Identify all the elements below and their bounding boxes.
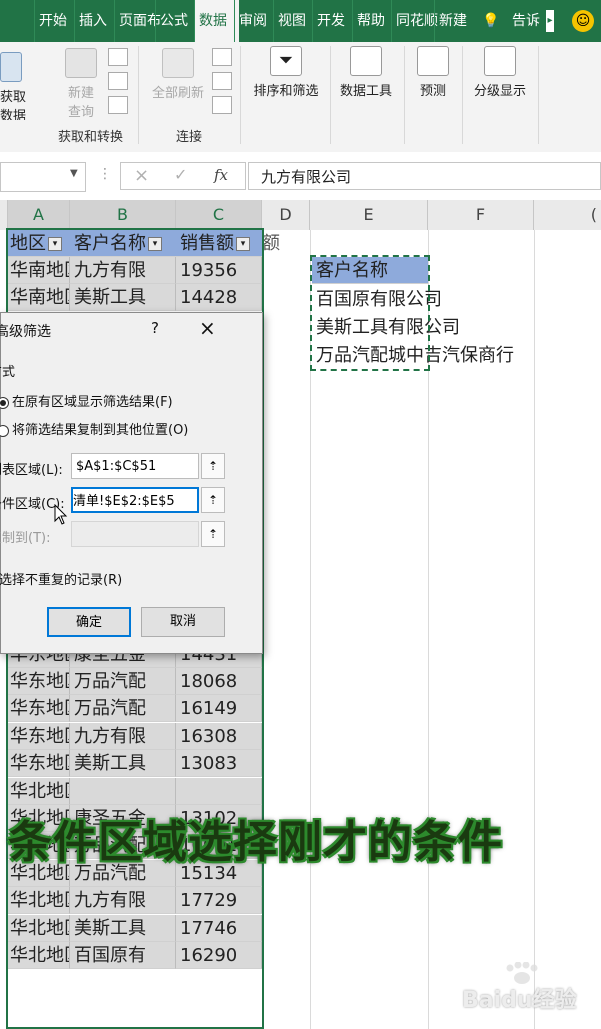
collapse-dialog-icon[interactable]: ⇡ bbox=[201, 487, 225, 513]
data-tools-icon bbox=[350, 46, 382, 76]
tab-page-layout[interactable]: 页面布局 bbox=[114, 0, 161, 42]
collapse-dialog-icon[interactable]: ⇡ bbox=[201, 453, 225, 479]
tab-data[interactable]: 数据 bbox=[194, 0, 239, 42]
formula-bar-grip-icon: ⋮ bbox=[98, 166, 112, 182]
unique-records-checkbox[interactable]: 选择不重复的记录(R) bbox=[0, 569, 122, 588]
radio-unselected-icon[interactable] bbox=[0, 424, 9, 437]
radio-label: 在原有区域显示筛选结果(F) bbox=[12, 395, 173, 410]
refresh-all-button[interactable]: 全部刷新 bbox=[148, 48, 208, 101]
formula-bar: ▼ ⋮ × ✓ fx 九方有限公司 bbox=[0, 152, 601, 201]
ribbon-separator bbox=[138, 46, 139, 144]
list-range-input[interactable]: $A$1:$C$51 bbox=[71, 453, 199, 479]
properties-icon[interactable] bbox=[212, 72, 232, 90]
copy-to-label: 复制到(T): bbox=[0, 531, 51, 546]
dialog-title: 高级筛选 bbox=[0, 324, 51, 340]
radio-selected-icon[interactable] bbox=[0, 396, 9, 409]
watermark-text: Baidu经验 bbox=[462, 988, 577, 1013]
baidu-jingyan-watermark: Baidu经验 bbox=[462, 962, 592, 1013]
tab-tonghuashun[interactable]: 同花顺 bbox=[391, 0, 440, 42]
radio-label: 将筛选结果复制到其他位置(O) bbox=[12, 423, 189, 438]
select-all-corner[interactable] bbox=[0, 200, 8, 230]
collapse-dialog-icon[interactable]: ⇡ bbox=[201, 521, 225, 547]
column-headers: A B C D E F ( bbox=[0, 200, 601, 231]
edit-links-icon[interactable] bbox=[212, 96, 232, 114]
help-icon[interactable]: ? bbox=[151, 319, 159, 337]
tab-home[interactable]: 开始 bbox=[34, 0, 79, 42]
cancel-icon[interactable]: × bbox=[134, 165, 149, 186]
column-header-e[interactable]: E bbox=[310, 200, 428, 230]
checkbox-label: 选择不重复的记录(R) bbox=[0, 573, 123, 588]
header-overflow-text: 额 bbox=[262, 233, 280, 254]
ribbon-separator bbox=[240, 46, 241, 144]
new-query-button[interactable]: 新建查询 bbox=[58, 48, 104, 120]
cancel-button[interactable]: 取消 bbox=[141, 607, 225, 637]
query-table-icon bbox=[65, 48, 97, 78]
column-header-f[interactable]: F bbox=[428, 200, 534, 230]
database-icon bbox=[0, 52, 22, 82]
group-label-get-transform: 获取和转换 bbox=[58, 130, 124, 145]
ribbon-data: 获取数据 新建查询 全部刷新 ⏷ 排序和筛选 数据工具 预测 分级显示 获取和转… bbox=[0, 42, 601, 153]
from-table-icon[interactable] bbox=[108, 72, 128, 90]
list-range-label: 列表区域(L): bbox=[0, 463, 63, 478]
column-header-c[interactable]: C bbox=[176, 200, 262, 230]
tab-new[interactable]: 新建 bbox=[434, 0, 481, 42]
data-tools-button[interactable]: 数据工具 bbox=[336, 46, 396, 99]
radio-in-place[interactable]: 在原有区域显示筛选结果(F) bbox=[0, 391, 173, 410]
copy-to-input[interactable] bbox=[71, 521, 199, 547]
enter-icon[interactable]: ✓ bbox=[174, 165, 187, 184]
formula-input[interactable]: 九方有限公司 bbox=[248, 162, 601, 190]
radio-copy-elsewhere[interactable]: 将筛选结果复制到其他位置(O) bbox=[0, 419, 188, 438]
action-section-label: 方式 bbox=[0, 365, 16, 380]
group-label-connections: 连接 bbox=[176, 130, 203, 145]
forecast-icon bbox=[417, 46, 449, 76]
ok-button[interactable]: 确定 bbox=[47, 607, 131, 637]
sort-filter-button[interactable]: ⏷ 排序和筛选 bbox=[250, 46, 322, 99]
criteria-range-marquee bbox=[310, 255, 430, 371]
recent-sources-icon[interactable] bbox=[108, 96, 128, 114]
close-icon[interactable]: × bbox=[199, 316, 216, 340]
tab-developer[interactable]: 开发 bbox=[312, 0, 357, 42]
ribbon-separator bbox=[330, 46, 331, 144]
funnel-icon: ⏷ bbox=[270, 46, 302, 76]
connections-icon[interactable] bbox=[212, 48, 232, 66]
get-data-button[interactable]: 获取数据 bbox=[0, 52, 40, 124]
column-header-a[interactable]: A bbox=[8, 200, 70, 230]
column-header-d[interactable]: D bbox=[262, 200, 310, 230]
lightbulb-icon[interactable]: 💡 bbox=[478, 0, 508, 42]
criteria-range-input[interactable]: 清单!$E$2:$E$5 bbox=[71, 487, 199, 513]
insert-function-icon[interactable]: fx bbox=[214, 166, 228, 184]
outline-icon bbox=[484, 46, 516, 76]
smiley-feedback-icon[interactable]: ☺ bbox=[572, 10, 594, 32]
name-box-dropdown-icon[interactable]: ▼ bbox=[70, 168, 78, 179]
column-header-g[interactable]: ( bbox=[534, 200, 601, 230]
column-header-b[interactable]: B bbox=[70, 200, 176, 230]
criteria-range-text: 清单!$E$2:$E$5 bbox=[73, 494, 175, 509]
forecast-button[interactable]: 预测 bbox=[412, 46, 454, 99]
ribbon-tab-bar: 开始 插入 页面布局 公式 数据 审阅 视图 开发 帮助 同花顺 新建 💡 告诉… bbox=[0, 0, 601, 42]
tab-scroll-right-icon[interactable]: ▸ bbox=[546, 10, 554, 32]
ribbon-separator bbox=[462, 46, 463, 144]
ribbon-separator bbox=[538, 46, 539, 144]
refresh-icon bbox=[162, 48, 194, 78]
mouse-cursor-icon bbox=[54, 504, 68, 525]
ribbon-separator bbox=[404, 46, 405, 144]
outline-button[interactable]: 分级显示 bbox=[470, 46, 530, 99]
show-queries-icon[interactable] bbox=[108, 48, 128, 66]
tab-insert[interactable]: 插入 bbox=[74, 0, 119, 42]
tutorial-caption: 条件区域选择刚才的条件 bbox=[8, 817, 503, 868]
advanced-filter-dialog: 高级筛选 ? × 方式 在原有区域显示筛选结果(F) 将筛选结果复制到其他位置(… bbox=[0, 312, 263, 654]
